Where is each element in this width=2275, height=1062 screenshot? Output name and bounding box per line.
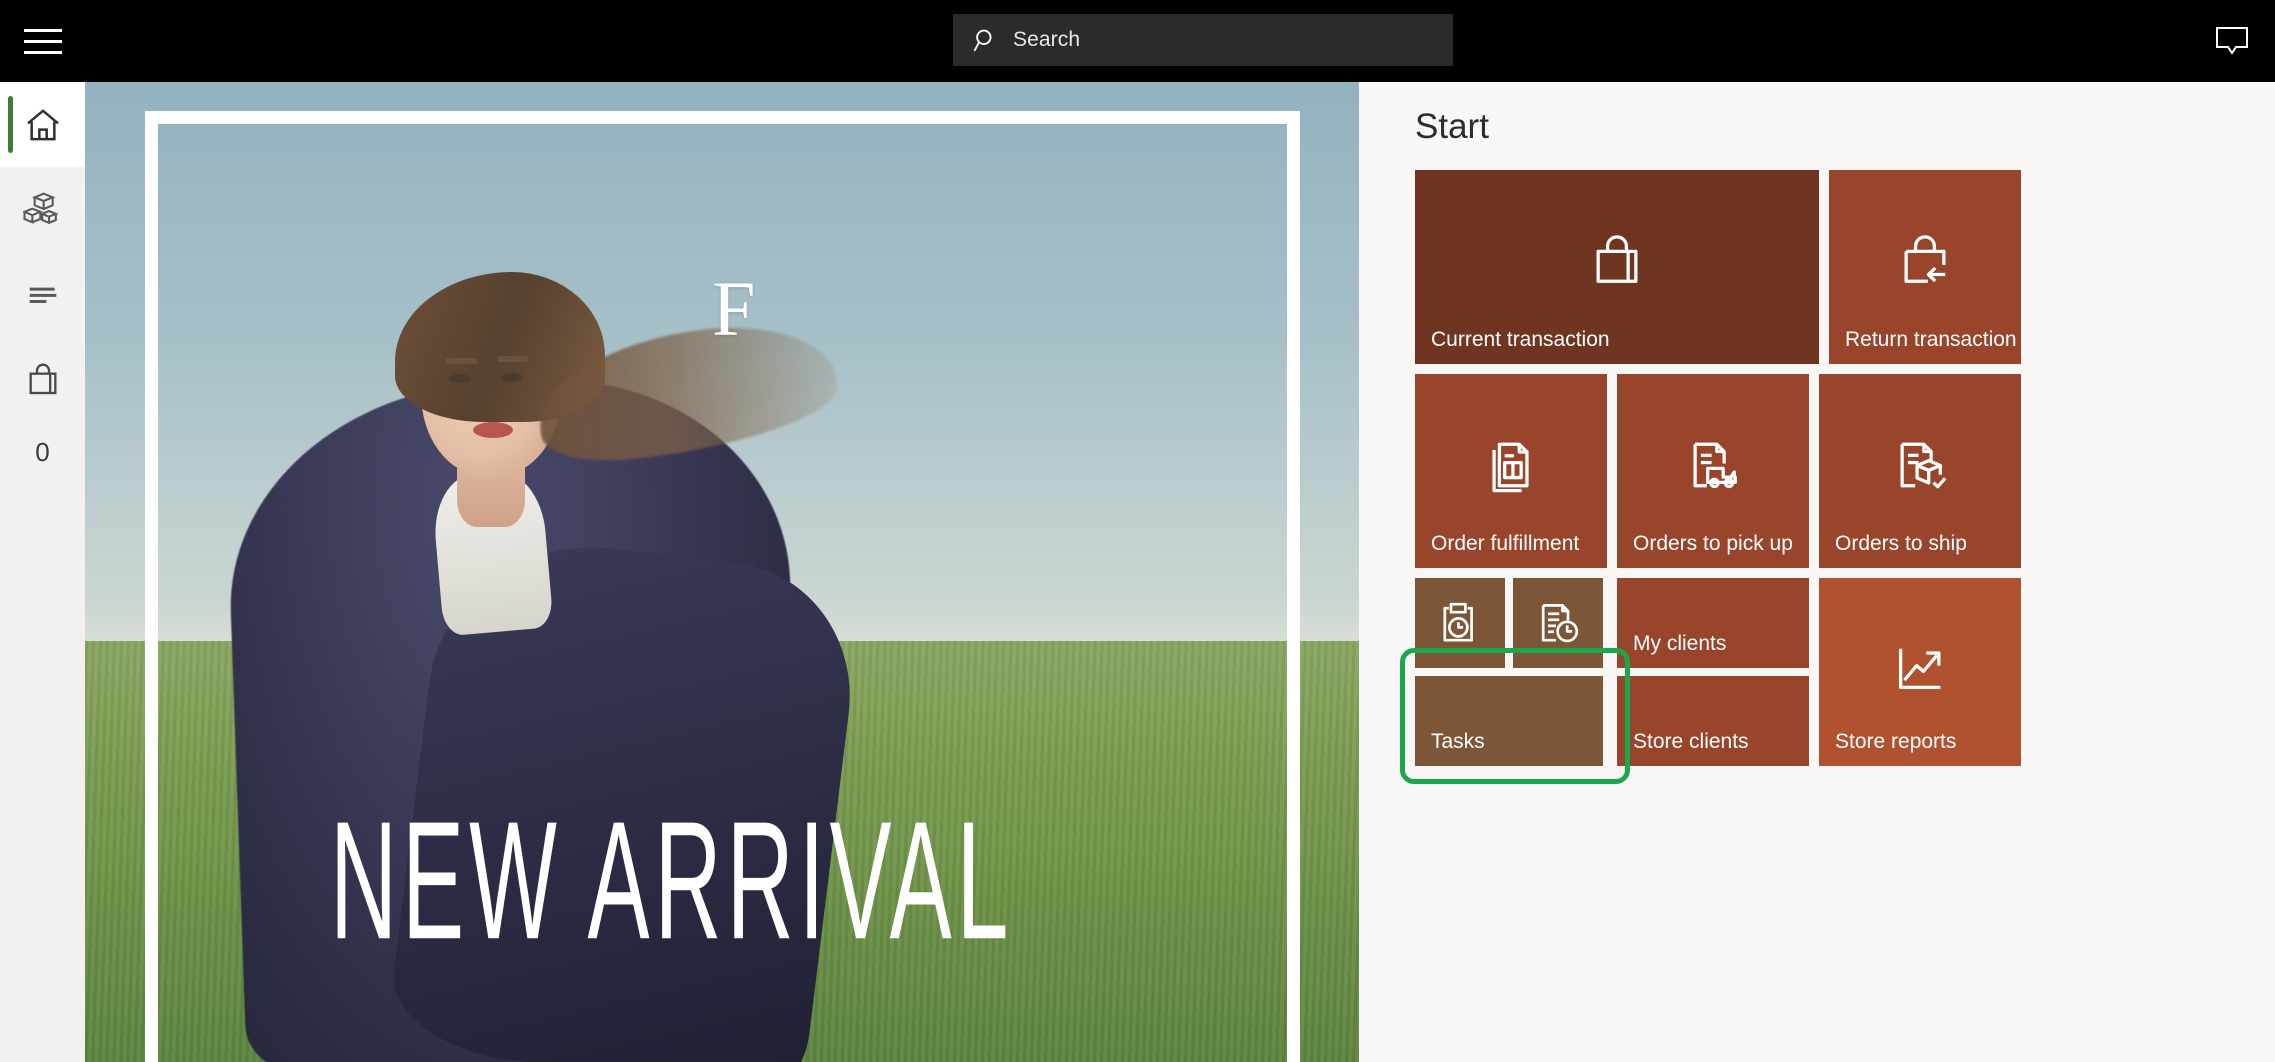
- tile-current-transaction[interactable]: Current transaction: [1415, 170, 1819, 364]
- tile-label: Orders to ship: [1835, 532, 1967, 555]
- chat-bubble-icon: [2216, 27, 2248, 55]
- hamburger-menu-icon: [23, 21, 62, 62]
- tile-label: Return transaction: [1845, 328, 2017, 351]
- hero-brand-logo: F: [712, 265, 756, 352]
- tile-label: My clients: [1633, 632, 1727, 655]
- document-truck-icon: [1693, 442, 1737, 489]
- hero-headline: NEW ARRIVAL: [330, 785, 1014, 975]
- bag-icon: [28, 363, 57, 394]
- tile-store-clients[interactable]: Store clients: [1617, 676, 1809, 766]
- tile-my-clients[interactable]: My clients: [1617, 578, 1809, 668]
- clipboard-clock-icon: [1443, 602, 1473, 642]
- tile-grid: Current transaction Return transaction Ord…: [1400, 170, 2245, 990]
- tile-orders-to-ship[interactable]: Orders to ship: [1819, 374, 2021, 568]
- tile-label: Store reports: [1835, 730, 1957, 753]
- sidebar-item-home[interactable]: [0, 82, 85, 167]
- document-stack-icon: [1492, 442, 1529, 493]
- bag-return-icon: [1904, 235, 1946, 283]
- hero-promotional-image: F NEW ARRIVAL: [85, 82, 1359, 1062]
- sidebar-item-products[interactable]: [0, 167, 85, 252]
- tile-tasks[interactable]: Tasks: [1415, 676, 1603, 766]
- tile-label: Store clients: [1633, 730, 1749, 753]
- tile-label: Tasks: [1431, 730, 1485, 753]
- hamburger-menu-button[interactable]: [0, 0, 85, 82]
- trending-up-icon: [1899, 648, 1941, 689]
- tile-list-clock[interactable]: [1513, 578, 1603, 668]
- shopping-bag-icon: [1596, 235, 1638, 283]
- search-icon: [973, 29, 992, 52]
- sidebar-item-cart[interactable]: [0, 337, 85, 422]
- search-box[interactable]: Search: [953, 14, 1453, 66]
- cart-item-count: 0: [35, 436, 50, 467]
- page-title: Start: [1415, 107, 1489, 146]
- home-icon: [26, 108, 59, 140]
- left-navigation-rail: 0: [0, 82, 85, 1062]
- tile-label: Orders to pick up: [1633, 532, 1793, 555]
- tile-store-reports[interactable]: Store reports: [1819, 578, 2021, 766]
- search-input[interactable]: Search: [1013, 28, 1080, 52]
- tile-return-transaction[interactable]: Return transaction: [1829, 170, 2021, 364]
- tile-clipboard-clock[interactable]: [1415, 578, 1505, 668]
- tile-label: Current transaction: [1431, 328, 1610, 351]
- products-icon: [22, 192, 59, 224]
- list-clock-icon: [1541, 604, 1579, 643]
- list-icon: [29, 287, 56, 303]
- tile-order-fulfillment[interactable]: Order fulfillment: [1415, 374, 1607, 568]
- sidebar-item-list[interactable]: [0, 252, 85, 337]
- tile-label: Order fulfillment: [1431, 532, 1580, 555]
- chat-button[interactable]: [2189, 0, 2275, 82]
- start-panel: Start Current transaction Return transact…: [1359, 82, 2275, 1062]
- top-bar: Search: [0, 0, 2275, 82]
- document-package-icon: [1900, 442, 1947, 489]
- tile-orders-to-pick-up[interactable]: Orders to pick up: [1617, 374, 1809, 568]
